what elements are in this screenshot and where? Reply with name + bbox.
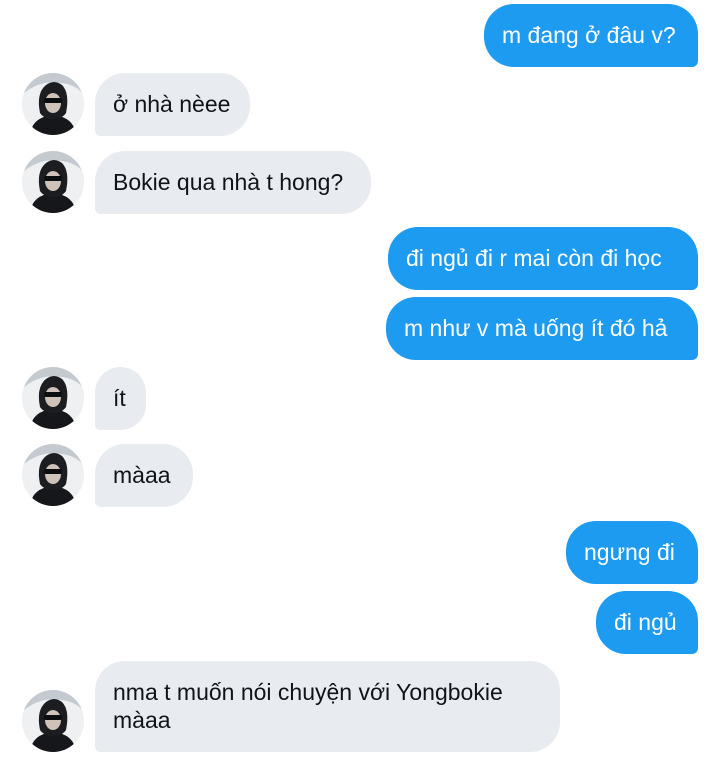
avatar-photo-icon [22, 367, 84, 429]
message-bubble-sent[interactable]: ngưng đi [566, 521, 698, 584]
avatar-photo-icon [22, 444, 84, 506]
avatar-photo-icon [22, 690, 84, 752]
avatar[interactable] [22, 73, 84, 135]
message-bubble-sent[interactable]: m đang ở đâu v? [484, 4, 698, 67]
avatar[interactable] [22, 444, 84, 506]
message-bubble-received[interactable]: màaa [95, 444, 193, 507]
avatar[interactable] [22, 690, 84, 752]
avatar[interactable] [22, 151, 84, 213]
avatar[interactable] [22, 367, 84, 429]
avatar-photo-icon [22, 73, 84, 135]
message-bubble-sent[interactable]: m như v mà uống ít đó hả [386, 297, 698, 360]
message-bubble-received[interactable]: ít [95, 367, 146, 430]
message-bubble-received[interactable]: Bokie qua nhà t hong? [95, 151, 371, 214]
message-bubble-sent[interactable]: đi ngủ [596, 591, 698, 654]
message-bubble-sent[interactable]: đi ngủ đi r mai còn đi học [388, 227, 698, 290]
message-bubble-received[interactable]: ở nhà nèee [95, 73, 250, 136]
message-bubble-received[interactable]: nma t muốn nói chuyện với Yongbokie màaa [95, 661, 560, 752]
avatar-photo-icon [22, 151, 84, 213]
